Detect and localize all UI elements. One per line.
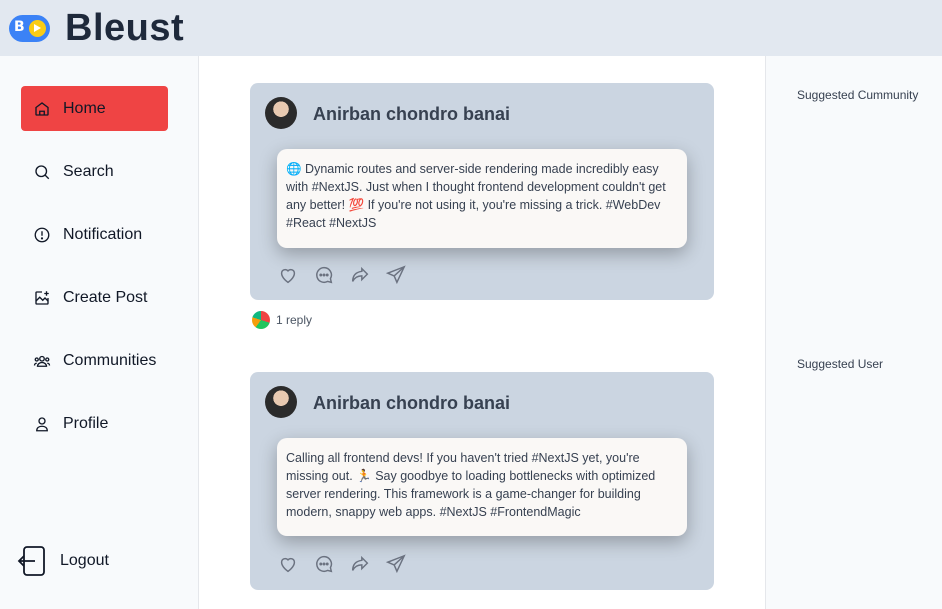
create-post-icon	[33, 289, 51, 307]
nav-item-profile[interactable]: Profile	[21, 401, 168, 446]
nav-label-create-post: Create Post	[63, 288, 148, 306]
communities-icon	[33, 352, 51, 370]
post-author[interactable]: Anirban chondro banai	[313, 393, 510, 414]
logout-icon	[17, 546, 45, 576]
post-card: Anirban chondro banai 🌐 Dynamic routes a…	[250, 83, 714, 300]
share-icon[interactable]	[385, 553, 407, 575]
notification-icon	[33, 226, 51, 244]
top-bar: B Bleust	[0, 0, 942, 56]
like-icon[interactable]	[277, 264, 299, 286]
post-author[interactable]: Anirban chondro banai	[313, 104, 510, 125]
repost-icon[interactable]	[349, 553, 371, 575]
nav-item-create-post[interactable]: Create Post	[21, 275, 168, 320]
nav-label-communities: Communities	[63, 351, 157, 369]
feed: Anirban chondro banai 🌐 Dynamic routes a…	[199, 56, 765, 609]
share-icon[interactable]	[385, 264, 407, 286]
comment-icon[interactable]	[313, 264, 335, 286]
right-sidebar: Suggested Cummunity Suggested User	[765, 56, 942, 609]
logo-icon[interactable]: B	[9, 15, 50, 42]
nav-item-communities[interactable]: Communities	[21, 338, 168, 383]
logo-letter: B	[14, 19, 25, 35]
nav-label-notification: Notification	[63, 225, 143, 243]
app-title[interactable]: Bleust	[65, 7, 184, 50]
reply-avatar	[252, 311, 270, 329]
avatar[interactable]	[265, 97, 297, 129]
nav-label-search: Search	[63, 162, 114, 180]
nav-label-home: Home	[63, 99, 106, 117]
comment-icon[interactable]	[313, 553, 335, 575]
nav-label-profile: Profile	[63, 414, 109, 432]
reply-count: 1 reply	[276, 313, 313, 327]
search-icon	[33, 163, 51, 181]
avatar[interactable]	[265, 386, 297, 418]
suggested-user-heading: Suggested User	[797, 357, 884, 371]
profile-icon	[33, 415, 51, 433]
logo-arrow-icon	[29, 20, 46, 37]
reply-summary[interactable]: 1 reply	[252, 311, 312, 329]
logout-label: Logout	[60, 552, 109, 569]
home-icon	[33, 100, 51, 118]
post-text: Calling all frontend devs! If you haven'…	[277, 438, 687, 536]
like-icon[interactable]	[277, 553, 299, 575]
nav-item-home[interactable]: Home	[21, 86, 168, 131]
nav-item-search[interactable]: Search	[21, 149, 168, 194]
post-actions	[277, 553, 407, 575]
post-text: 🌐 Dynamic routes and server-side renderi…	[277, 149, 687, 248]
nav-item-notification[interactable]: Notification	[21, 212, 168, 257]
left-sidebar: Home Search Notification Create Post Com…	[0, 56, 199, 609]
logout-button[interactable]: Logout	[17, 546, 109, 576]
repost-icon[interactable]	[349, 264, 371, 286]
suggested-community-heading: Suggested Cummunity	[797, 88, 919, 102]
post-actions	[277, 264, 407, 286]
post-card: Anirban chondro banai Calling all fronte…	[250, 372, 714, 590]
